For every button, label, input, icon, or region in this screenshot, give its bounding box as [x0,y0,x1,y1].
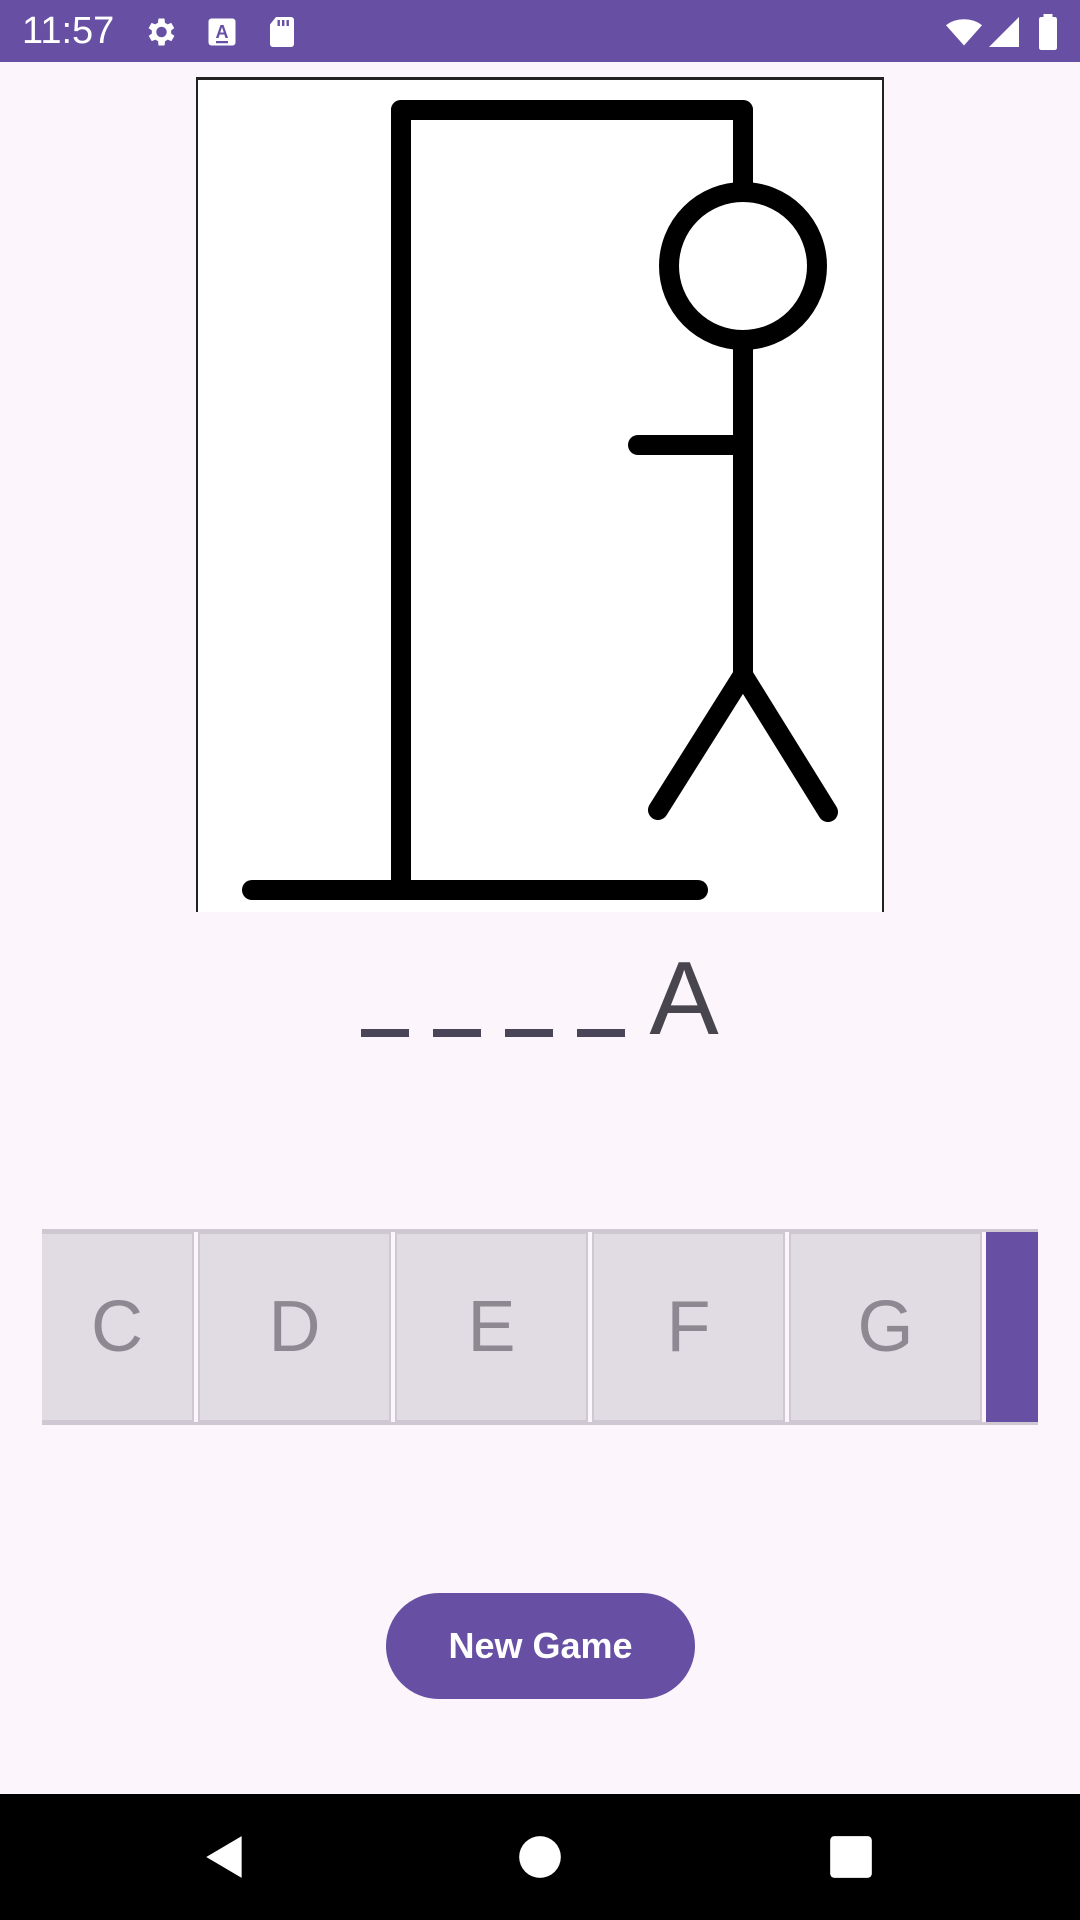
home-icon[interactable] [515,1832,565,1882]
letter-keyboard[interactable]: CDEFG [42,1229,1038,1425]
hangman-image [196,77,884,912]
hangman-drawing [242,100,838,900]
battery-icon [1036,14,1072,50]
letter-key-c[interactable]: C [42,1232,194,1422]
letter-key-d[interactable]: D [198,1232,391,1422]
word-blank: _ [505,1029,554,1037]
new-game-button[interactable]: New Game [386,1593,695,1699]
word-blank: _ [433,1029,482,1037]
status-time: 11:57 [22,10,115,52]
signal-icon [986,14,1022,50]
sd-card-icon [264,14,300,50]
status-bar: 11:57 A [0,0,1080,62]
word-display: _ _ _ _ A [0,941,1080,1057]
stickman-left-leg [648,665,753,820]
letter-key-f[interactable]: F [592,1232,785,1422]
word-blank: _ [361,1029,410,1037]
hangman-screen: 11:57 A A C D E F G New Game [0,0,1080,1920]
letter-key-g[interactable]: G [789,1232,982,1422]
word-slots: _ _ _ _ A [361,941,719,1057]
settings-icon [142,14,178,50]
navigation-bar [0,1794,1080,1920]
word-letter: A [649,941,719,1057]
word-blank: _ [577,1029,626,1037]
keyboard-scroll-edge[interactable] [986,1232,1038,1422]
stickman-head [659,182,827,350]
stickman-right-leg [733,665,838,822]
wifi-icon [944,14,982,50]
accessibility-text-icon: A [204,14,240,50]
svg-text:A: A [216,22,229,42]
back-icon[interactable] [200,1832,250,1882]
recents-icon[interactable] [826,1832,876,1882]
letter-key-e[interactable]: E [395,1232,588,1422]
